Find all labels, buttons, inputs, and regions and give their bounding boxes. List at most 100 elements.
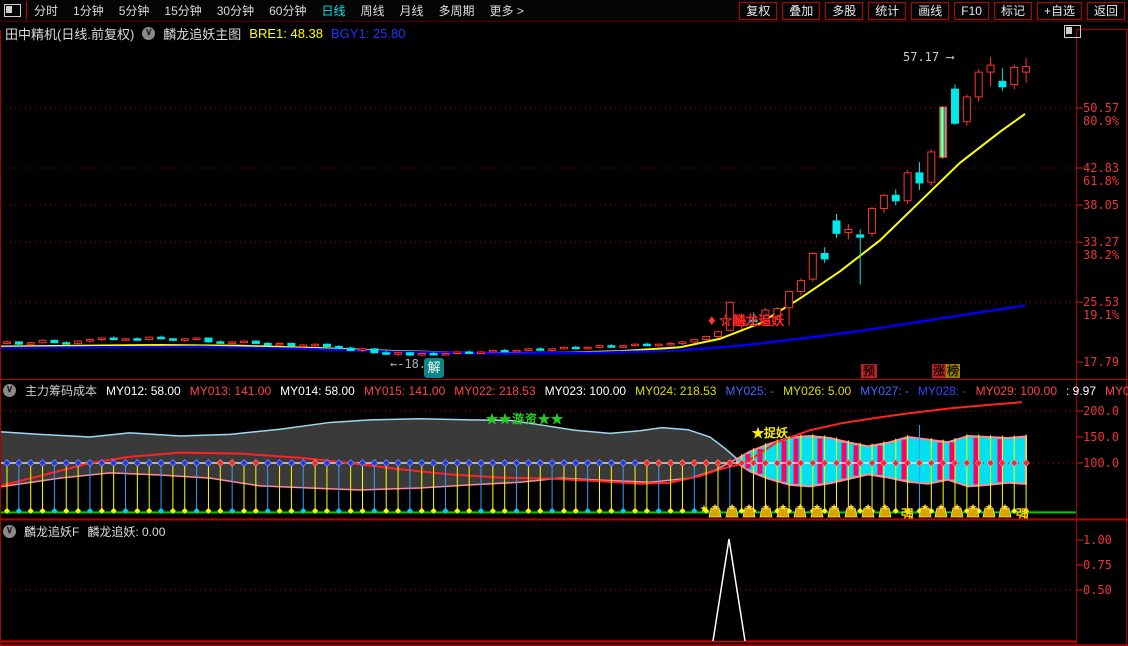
menu-item-6[interactable]: 日线 xyxy=(321,2,345,19)
my-value-3: MY015: 141.00 xyxy=(363,383,446,398)
chart-title-row: 田中精机(日线.前复权) ∨ 麟龙追妖主图 BRE1: 48.38 BGY1: … xyxy=(5,24,405,43)
tool-menu: 复权 叠加 多股 统计 画线 F10 标记 +自选 返回 xyxy=(739,1,1125,20)
bgy1-value: BGY1: 25.80 xyxy=(331,26,406,41)
svg-text:★: ★ xyxy=(745,503,753,513)
panel-maximize-icon[interactable] xyxy=(1064,25,1081,38)
jie-marker-badge: 解 xyxy=(424,358,444,378)
chevron-down-icon[interactable]: ∨ xyxy=(3,525,16,538)
rank-badge-bang: 榜 xyxy=(946,364,961,378)
bottom-axis-label: 1.00 xyxy=(1083,533,1112,547)
my-value-5: MY023: 100.00 xyxy=(544,383,627,398)
price-axis-label: 17.79 xyxy=(1083,355,1120,370)
bottom-indicator-value: 麟龙追妖: 0.00 xyxy=(87,525,166,539)
middle-panel-header: ∨ 主力筹码成本 MY012: 58.00 MY013: 141.00 MY014:… xyxy=(3,382,1128,399)
chart-canvas[interactable]: ★ ★ ★ ★ ★ ★ ★ ★ ★ ★ ★ ★ ★ ★ ★ ★ ★ ★强强 xyxy=(0,0,1128,646)
svg-text:★: ★ xyxy=(969,503,977,513)
chase-demon-signal: ♦ ☆麟龙追妖 xyxy=(708,312,785,329)
mid-axis-label: 100.0 xyxy=(1083,456,1120,470)
svg-text:★: ★ xyxy=(953,503,961,513)
my-value-1: MY013: 141.00 xyxy=(189,383,272,398)
menu-item-0[interactable]: 分时 xyxy=(34,2,58,19)
menu-item-7[interactable]: 周线 xyxy=(360,2,384,19)
my-value-4: MY022: 218.53 xyxy=(454,383,536,398)
tool-button-0[interactable]: 复权 xyxy=(739,1,778,20)
svg-text:★: ★ xyxy=(1001,503,1009,513)
candlestick-series xyxy=(3,56,1031,356)
tool-button-1[interactable]: 叠加 xyxy=(782,1,821,20)
svg-text:★: ★ xyxy=(728,503,736,513)
tool-button-8[interactable]: 返回 xyxy=(1086,1,1125,20)
middle-indicator-title[interactable]: 主力筹码成本 xyxy=(25,382,97,399)
hot-money-watermark: ★★游资★★ xyxy=(486,412,565,426)
chevron-down-icon[interactable]: ∨ xyxy=(3,384,16,397)
bottom-indicator-title[interactable]: 麟龙追妖F xyxy=(24,523,79,540)
mid-axis-label: 150.0 xyxy=(1083,430,1120,444)
star-icon: ★ xyxy=(700,504,709,515)
bre1-value: BRE1: 48.38 xyxy=(249,26,324,41)
top-menu-bar: 分时 1分钟 5分钟 15分钟 30分钟 60分钟 日线 周线 月线 多周期 更多 > 复权 叠加 多股… xyxy=(0,0,1128,22)
trading-app-window: ★ ★ ★ ★ ★ ★ ★ ★ ★ ★ ★ ★ ★ ★ ★ ★ ★ ★ 强强 分时 1分钟 5分钟 15分钟 30分钟 60分… xyxy=(0,0,1128,646)
rank-badge-zhang: 涨 xyxy=(932,364,947,378)
svg-text:★: ★ xyxy=(881,503,889,513)
svg-text:★: ★ xyxy=(813,503,821,513)
period-menu: 分时 1分钟 5分钟 15分钟 30分钟 60分钟 日线 周线 月线 多周期 更多 > xyxy=(34,2,524,19)
price-axis-label: 33.27 xyxy=(1083,235,1120,250)
price-axis-label: 42.83 xyxy=(1083,161,1120,175)
main-gridlines xyxy=(0,107,1083,363)
ma-slow-blue xyxy=(0,304,1026,355)
price-axis-percent: 38.2% xyxy=(1083,248,1120,263)
my-value-8: MY026: 5.00 xyxy=(783,383,852,398)
bottom-panel-header: ∨ 麟龙追妖F 麟龙追妖: 0.00 xyxy=(3,523,165,540)
svg-text:★: ★ xyxy=(830,503,838,513)
svg-text:★: ★ xyxy=(847,503,855,513)
price-axis-percent: 61.8% xyxy=(1083,174,1120,188)
arrow-right-icon: ⟶ xyxy=(946,50,954,64)
my-value-0: MY012: 58.00 xyxy=(106,383,181,398)
price-axis-label: 25.53 xyxy=(1083,295,1120,310)
my-value-12: : 9.97 xyxy=(1066,383,1097,398)
menu-item-4[interactable]: 30分钟 xyxy=(217,2,254,19)
alert-badge[interactable]: 预 xyxy=(861,364,878,378)
menu-item-1[interactable]: 1分钟 xyxy=(73,2,104,19)
tool-button-5[interactable]: F10 xyxy=(954,1,989,20)
price-axis-label: 38.05 xyxy=(1083,198,1120,213)
window-layout-icon[interactable] xyxy=(4,4,21,17)
rank-badge[interactable]: 涨 榜 xyxy=(932,364,961,378)
my-value-13: MY055: xyxy=(1105,383,1128,398)
price-axis-percent: 19.1% xyxy=(1083,308,1120,323)
menu-item-3[interactable]: 15分钟 xyxy=(164,2,201,19)
peak-price-label: 57.17 ⟶ xyxy=(903,50,954,64)
svg-text:★: ★ xyxy=(937,503,945,513)
menu-item-10[interactable]: 更多 > xyxy=(490,2,524,19)
tool-button-3[interactable]: 统计 xyxy=(868,1,907,20)
svg-text:★: ★ xyxy=(762,503,770,513)
menu-item-9[interactable]: 多周期 xyxy=(439,2,475,19)
svg-text:★: ★ xyxy=(796,503,804,513)
signal-panel xyxy=(0,538,1083,643)
gem-icon: ♦ xyxy=(708,312,716,329)
chip-band-area xyxy=(0,418,737,491)
svg-text:★: ★ xyxy=(985,503,993,513)
tool-button-4[interactable]: 画线 xyxy=(911,1,950,20)
menu-item-5[interactable]: 60分钟 xyxy=(269,2,306,19)
main-indicator-name[interactable]: 麟龙追妖主图 xyxy=(163,24,241,43)
stock-title: 田中精机(日线.前复权) xyxy=(5,27,135,42)
mid-axis-label: 200.0 xyxy=(1083,404,1120,418)
my-value-10: MY028: - xyxy=(917,383,967,398)
menu-item-2[interactable]: 5分钟 xyxy=(119,2,150,19)
my-value-6: MY024: 218.53 xyxy=(635,383,717,398)
tool-button-6[interactable]: 标记 xyxy=(993,1,1032,20)
svg-text:★: ★ xyxy=(779,503,787,513)
svg-text:★: ★ xyxy=(921,503,929,513)
svg-text:★: ★ xyxy=(864,503,872,513)
tool-button-7[interactable]: +自选 xyxy=(1036,1,1082,20)
menu-divider xyxy=(26,2,27,19)
tool-button-2[interactable]: 多股 xyxy=(825,1,864,20)
menu-item-8[interactable]: 月线 xyxy=(400,2,424,19)
my-value-11: MY029: 100.00 xyxy=(975,383,1057,398)
my-value-7: MY025: - xyxy=(725,383,775,398)
chevron-down-icon[interactable]: ∨ xyxy=(142,27,156,40)
catch-demon-label: ★捉妖 xyxy=(752,426,789,440)
bottom-axis-label: 0.50 xyxy=(1083,583,1112,597)
bottom-axis-label: 0.75 xyxy=(1083,558,1112,572)
